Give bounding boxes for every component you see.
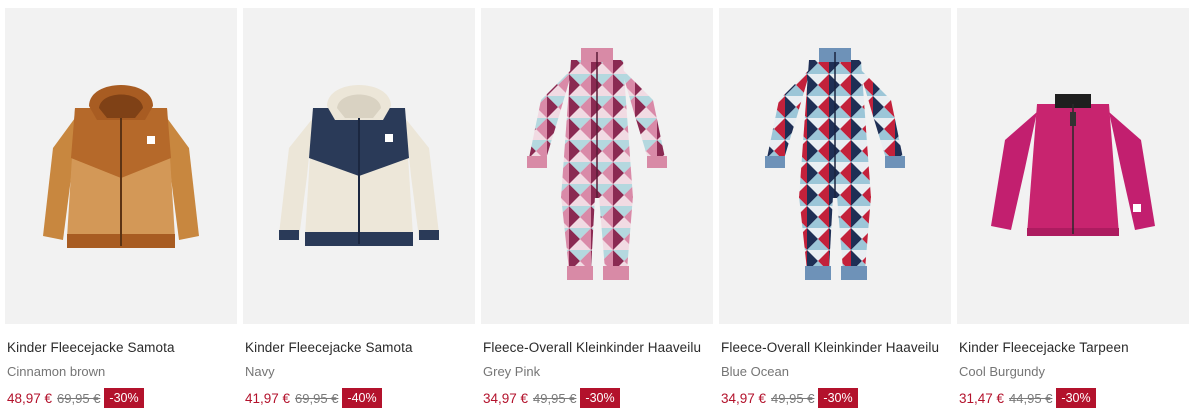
product-title[interactable]: Fleece-Overall Kleinkinder Haaveilu — [481, 340, 713, 355]
sale-price: 34,97 € — [721, 390, 767, 406]
sale-price: 34,97 € — [483, 390, 529, 406]
original-price: 49,95 € — [533, 390, 577, 406]
product-card[interactable]: Kinder Fleecejacke Samota Cinnamon brown… — [5, 8, 237, 408]
product-card[interactable]: Kinder Fleecejacke Tarpeen Cool Burgundy… — [957, 8, 1189, 408]
original-price: 44,95 € — [1009, 390, 1053, 406]
product-image[interactable] — [957, 8, 1189, 324]
pink-patterned-overall-image — [527, 48, 667, 280]
discount-badge: -30% — [104, 388, 144, 408]
price-row: 34,97 € 49,95 € -30% — [481, 388, 713, 408]
product-card[interactable]: Kinder Fleecejacke Samota Navy 41,97 € 6… — [243, 8, 475, 408]
product-grid: Kinder Fleecejacke Samota Cinnamon brown… — [0, 0, 1200, 411]
price-row: 31,47 € 44,95 € -30% — [957, 388, 1189, 408]
product-image[interactable] — [719, 8, 951, 324]
navy-cream-fleece-jacket-image — [279, 85, 439, 246]
product-image[interactable] — [243, 8, 475, 324]
product-card[interactable]: Fleece-Overall Kleinkinder Haaveilu Blue… — [719, 8, 951, 408]
price-row: 41,97 € 69,95 € -40% — [243, 388, 475, 408]
product-color: Navy — [245, 364, 275, 379]
original-price: 69,95 € — [57, 390, 101, 406]
product-image[interactable] — [481, 8, 713, 324]
product-title[interactable]: Kinder Fleecejacke Samota — [243, 340, 475, 355]
product-image[interactable] — [5, 8, 237, 324]
price-row: 48,97 € 69,95 € -30% — [5, 388, 237, 408]
product-title[interactable]: Kinder Fleecejacke Samota — [5, 340, 237, 355]
brown-fleece-jacket-image — [43, 85, 199, 248]
price-row: 34,97 € 49,95 € -30% — [719, 388, 951, 408]
product-title[interactable]: Fleece-Overall Kleinkinder Haaveilu — [719, 340, 951, 355]
blue-patterned-overall-image — [765, 48, 905, 280]
sale-price: 48,97 € — [7, 390, 53, 406]
discount-badge: -30% — [818, 388, 858, 408]
original-price: 49,95 € — [771, 390, 815, 406]
sale-price: 41,97 € — [245, 390, 291, 406]
discount-badge: -30% — [580, 388, 620, 408]
sale-price: 31,47 € — [959, 390, 1005, 406]
product-card[interactable]: Fleece-Overall Kleinkinder Haaveilu Grey… — [481, 8, 713, 408]
product-color: Grey Pink — [483, 364, 541, 379]
discount-badge: -40% — [342, 388, 382, 408]
burgundy-fleece-jacket-image — [991, 94, 1155, 236]
product-title[interactable]: Kinder Fleecejacke Tarpeen — [957, 340, 1189, 355]
product-color: Cinnamon brown — [7, 364, 106, 379]
original-price: 69,95 € — [295, 390, 339, 406]
product-color: Blue Ocean — [721, 364, 789, 379]
discount-badge: -30% — [1056, 388, 1096, 408]
product-color: Cool Burgundy — [959, 364, 1045, 379]
